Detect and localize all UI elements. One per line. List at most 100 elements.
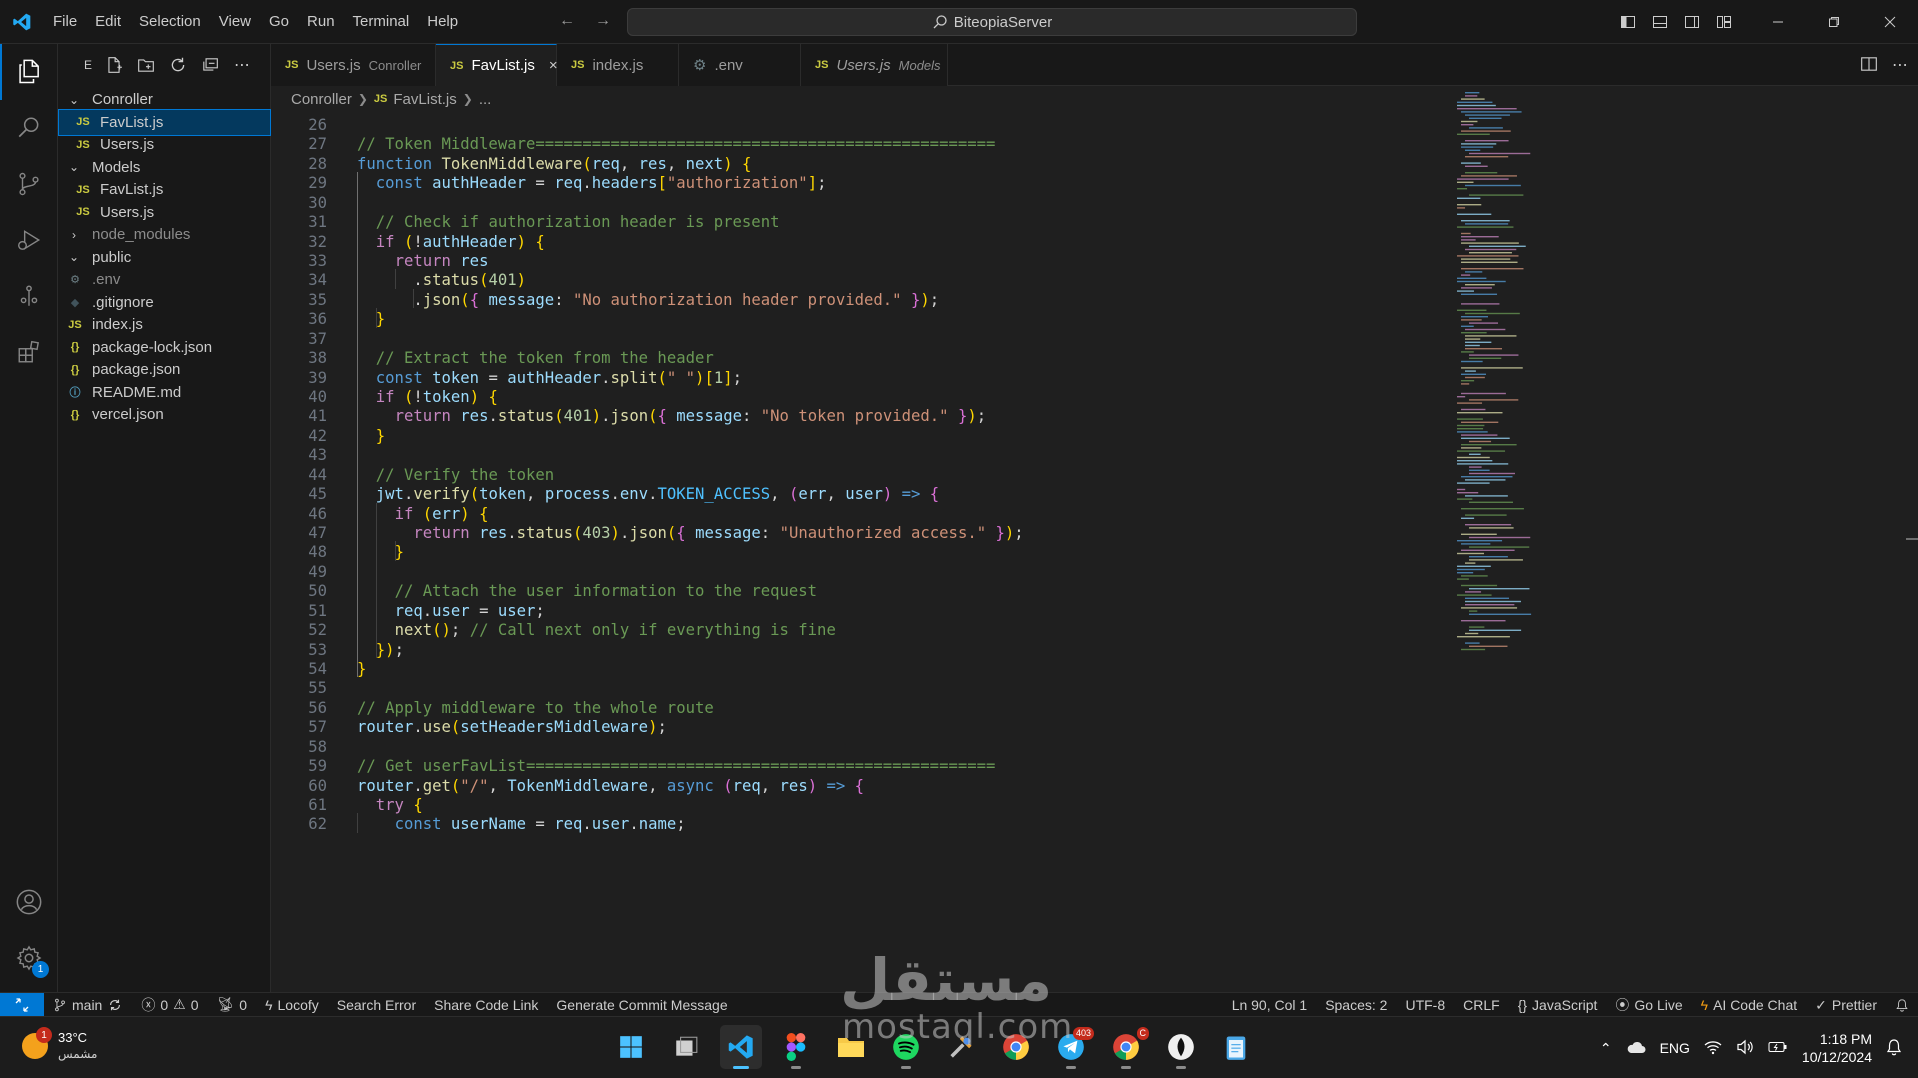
minimap-line [1469,629,1522,631]
minimap[interactable] [1457,92,1537,652]
minimap-line [1465,223,1509,225]
minimap-line [1461,146,1494,148]
prettier-item[interactable]: ✓ Prettier [1806,997,1886,1014]
js-file-icon: JS [68,318,82,331]
toggle-panel-icon[interactable] [1644,0,1676,44]
chevron-up-icon[interactable]: ⌃ [1600,1040,1612,1057]
clock[interactable]: 1:18 PM 10/12/2024 [1802,1030,1872,1066]
go-live-item[interactable]: ⦿ Go Live [1606,995,1691,1015]
close-window-icon[interactable] [1862,0,1918,44]
menu-terminal[interactable]: Terminal [344,0,419,44]
menu-help[interactable]: Help [418,0,467,44]
task-view-icon[interactable] [665,1025,707,1069]
minimap-line [1469,127,1503,129]
breadcrumb-folder[interactable]: Conroller [291,91,352,108]
breadcrumb-symbol[interactable]: ... [479,91,492,108]
end-of-line[interactable]: CRLF [1454,997,1509,1013]
restore-icon[interactable] [1806,0,1862,44]
input-language[interactable]: ENG [1660,1040,1690,1056]
minimize-icon[interactable] [1750,0,1806,44]
new-file-icon[interactable] [104,55,124,75]
minimap-line [1461,607,1518,609]
share-code-link-item[interactable]: Share Code Link [425,997,547,1013]
ai-code-chat-item[interactable]: ϟ AI Code Chat [1692,997,1806,1013]
notifications-bell-icon[interactable] [1886,998,1918,1012]
notification-bell-icon[interactable] [1886,1038,1902,1059]
toggle-secondary-sidebar-icon[interactable] [1676,0,1708,44]
customize-layout-icon[interactable] [1708,0,1740,44]
menu-view[interactable]: View [210,0,260,44]
git-graph-icon[interactable] [0,268,58,324]
search-error-label: Search Error [336,996,417,1013]
tab-label: Users.js [836,56,891,74]
chevron-down-icon: ⌄ [68,250,80,264]
branch-name: main [72,996,103,1013]
encoding[interactable]: UTF-8 [1396,997,1454,1013]
toggle-sidebar-icon[interactable] [1612,0,1644,44]
back-arrow-icon[interactable]: ← [556,10,578,32]
breadcrumb-file[interactable]: FavList.js [393,91,456,108]
explorer-icon[interactable] [0,44,58,100]
collapse-all-icon[interactable] [200,55,220,75]
editor-more-icon[interactable]: ⋯ [1892,55,1908,75]
minimap-line [1461,517,1475,519]
git-branch[interactable]: main [44,997,132,1013]
refresh-icon[interactable] [168,55,188,75]
minimap-line [1465,338,1481,340]
search-icon[interactable] [0,100,58,156]
figma-icon[interactable] [775,1025,817,1069]
new-folder-icon[interactable] [136,55,156,75]
editor-tab[interactable]: JS Users.js Models [801,44,948,86]
generate-commit-message-item[interactable]: Generate Commit Message [547,997,736,1013]
menu-selection[interactable]: Selection [130,0,210,44]
minimap-line [1465,348,1503,350]
editor-scrollbar[interactable] [1904,86,1918,992]
battery-icon[interactable] [1768,1040,1788,1057]
code-editor[interactable]: 26 27// Token Middleware=================… [271,114,1771,992]
tree-item-label: package-lock.json [92,338,213,356]
minimap-line [1469,588,1530,590]
forward-arrow-icon[interactable]: → [592,10,614,32]
file-item[interactable]: {} vercel.json [58,401,271,428]
tree-item-label: FavList.js [100,181,164,198]
manage-gear-icon[interactable]: 1 [0,930,58,986]
app-leaf-icon[interactable] [1160,1025,1202,1069]
problems-indicator[interactable]: ⓧ 0 ⚠ 0 [132,995,207,1015]
minimap-line [1457,255,1519,257]
more-actions-icon[interactable]: ⋯ [232,55,252,75]
vscode-taskbar-icon[interactable] [720,1025,762,1069]
language-mode[interactable]: {} JavaScript [1509,997,1607,1013]
editor-tab[interactable]: JS FavList.js × [436,44,558,86]
indentation[interactable]: Spaces: 2 [1316,997,1396,1013]
volume-icon[interactable] [1736,1039,1754,1058]
menu-run[interactable]: Run [298,0,344,44]
cursor-position[interactable]: Ln 90, Col 1 [1223,997,1317,1013]
locofy-item[interactable]: ϟ Locofy [256,997,328,1013]
minimap-line [1457,133,1490,135]
menu-file[interactable]: File [44,0,86,44]
command-center-search[interactable]: BiteopiaServer [627,8,1357,36]
source-control-icon[interactable] [0,156,58,212]
vscode-logo-icon[interactable] [0,0,44,44]
ports-indicator[interactable]: 📡︎ 0 [208,996,257,1013]
weather-widget[interactable]: 1 33°C مشمس [22,1027,97,1063]
editor-tab[interactable]: JSUsers.jsConroller× [271,44,444,86]
extensions-icon[interactable] [0,324,58,380]
menu-go[interactable]: Go [260,0,298,44]
wifi-icon[interactable] [1704,1039,1722,1058]
editor-tab[interactable]: ⚙ .env [679,44,801,86]
split-editor-icon[interactable] [1860,55,1878,76]
remote-indicator-icon[interactable] [0,992,44,1017]
code-line: 62 const userName = req.user.name; [271,813,1771,837]
chrome-profile-icon[interactable]: C [1105,1025,1149,1069]
editor-tab[interactable]: JS index.js [557,44,679,86]
run-debug-icon[interactable] [0,212,58,268]
accounts-icon[interactable] [0,874,58,930]
search-error-item[interactable]: Search Error [328,997,425,1013]
minimap-line [1457,552,1484,555]
menu-edit[interactable]: Edit [86,0,130,44]
start-button-icon[interactable] [610,1025,652,1069]
menu-bar: File Edit Selection View Go Run Terminal… [44,0,467,44]
onedrive-icon[interactable] [1626,1040,1646,1057]
notepad-icon[interactable] [1215,1025,1257,1069]
